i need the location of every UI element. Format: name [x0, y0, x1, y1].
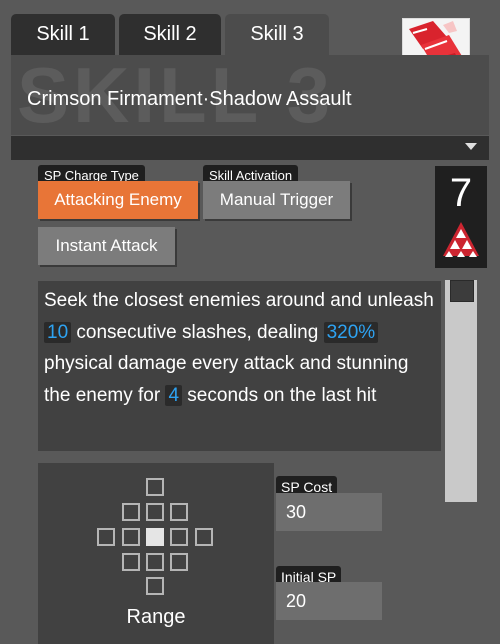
range-cell — [146, 503, 164, 521]
description-text: consecutive slashes, dealing — [71, 321, 324, 343]
collapse-bar[interactable] — [11, 136, 489, 160]
initial-sp-field: 20 — [276, 582, 382, 620]
damage-value: 320% — [323, 321, 379, 343]
range-cell — [146, 478, 164, 496]
range-cell — [146, 577, 164, 595]
range-cell — [146, 553, 164, 571]
range-cell — [122, 503, 140, 521]
range-center-cell — [146, 528, 164, 546]
description-text: Seek the closest enemies around and unle… — [44, 290, 434, 311]
range-cell — [170, 528, 188, 546]
sp-cost-field: 30 — [276, 493, 382, 531]
skill-level-number: 7 — [449, 171, 473, 215]
skill-description: Seek the closest enemies around and unle… — [38, 281, 441, 451]
range-cell — [170, 553, 188, 571]
tab-skill-2[interactable]: Skill 2 — [119, 14, 221, 55]
manual-trigger-button[interactable]: Manual Trigger — [203, 181, 350, 219]
range-panel: Range — [38, 463, 274, 644]
range-cell — [122, 553, 140, 571]
chevron-down-icon[interactable] — [465, 143, 477, 150]
skill-title: Crimson Firmament·Shadow Assault — [27, 88, 352, 110]
skill-header: SKILL 3 Crimson Firmament·Shadow Assault — [11, 55, 489, 135]
description-scrollbar[interactable] — [445, 280, 477, 502]
range-cell — [170, 503, 188, 521]
range-cell — [195, 528, 213, 546]
range-label: Range — [126, 606, 186, 628]
range-cell — [122, 528, 140, 546]
scrollbar-thumb[interactable] — [450, 280, 474, 302]
tab-skill-3[interactable]: Skill 3 — [225, 14, 329, 55]
tab-skill-1[interactable]: Skill 1 — [11, 14, 115, 55]
triangle-rank-icon — [443, 222, 479, 257]
skill-level-badge: 7 — [435, 166, 487, 268]
hit-count-value: 10 — [44, 321, 72, 343]
instant-attack-button[interactable]: Instant Attack — [38, 227, 175, 265]
stun-duration-value: 4 — [165, 384, 183, 406]
description-text: seconds on the last hit — [182, 384, 377, 406]
range-cell — [97, 528, 115, 546]
attacking-enemy-button[interactable]: Attacking Enemy — [38, 181, 198, 219]
